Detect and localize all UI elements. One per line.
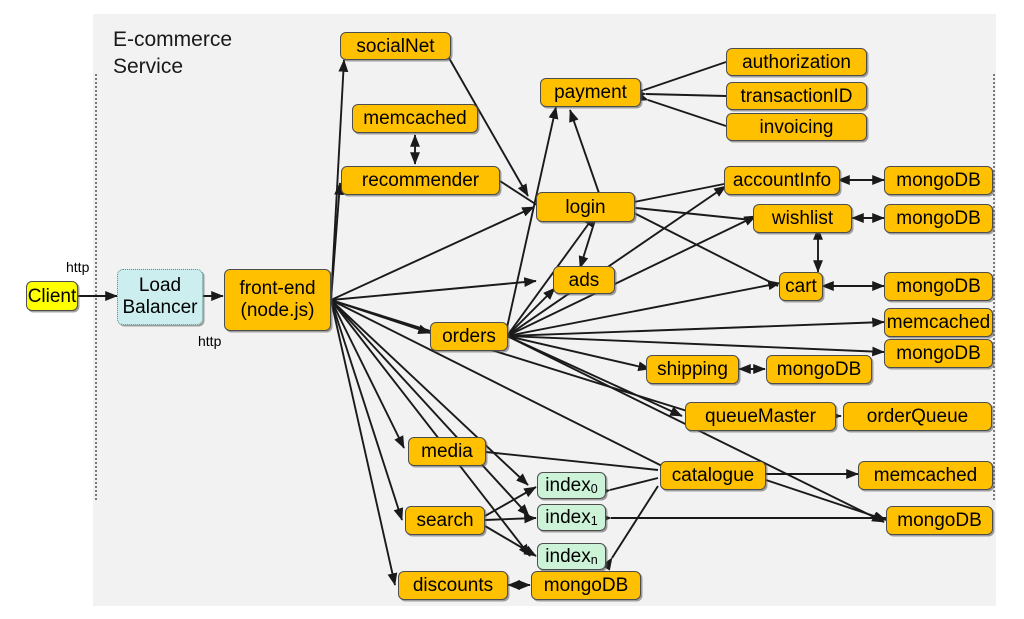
- edge-label-lb-frontend: http: [198, 333, 222, 349]
- node-label: mongoDB: [896, 170, 981, 191]
- node-discounts-db[interactable]: mongoDB: [531, 571, 641, 600]
- node-authorization[interactable]: authorization: [726, 48, 867, 76]
- node-login[interactable]: login: [536, 192, 635, 222]
- node-label: recommender: [361, 170, 480, 191]
- node-socialnet[interactable]: socialNet: [340, 32, 451, 60]
- node-catalogue-db[interactable]: mongoDB: [886, 506, 993, 535]
- node-search[interactable]: search: [405, 506, 485, 535]
- node-order-queue[interactable]: orderQueue: [843, 402, 992, 431]
- node-media[interactable]: media: [408, 437, 486, 466]
- node-label: orderQueue: [866, 406, 969, 427]
- node-shipping[interactable]: shipping: [646, 355, 739, 384]
- node-label: orders: [442, 326, 496, 347]
- node-label: mongoDB: [543, 575, 629, 596]
- node-catalogue-memcached[interactable]: memcached: [858, 461, 993, 490]
- node-orders-memcached[interactable]: memcached: [884, 308, 993, 337]
- node-account-info[interactable]: accountInfo: [724, 166, 840, 195]
- node-label: mongoDB: [776, 359, 862, 380]
- node-front-end[interactable]: front-end (node.js): [224, 269, 331, 331]
- node-recommender[interactable]: recommender: [341, 166, 500, 195]
- node-label: payment: [554, 82, 627, 103]
- node-label: accountInfo: [732, 170, 832, 191]
- node-orders-db[interactable]: mongoDB: [884, 339, 993, 368]
- node-label: queueMaster: [705, 406, 816, 427]
- node-label: mongoDB: [896, 276, 981, 297]
- node-orders[interactable]: orders: [430, 322, 508, 351]
- node-label: mongoDB: [896, 208, 981, 229]
- node-label: media: [421, 441, 473, 462]
- node-label: index: [545, 546, 591, 567]
- node-label: Client: [27, 285, 77, 307]
- node-queue-master[interactable]: queueMaster: [685, 402, 836, 431]
- node-index-n[interactable]: index n: [537, 543, 606, 570]
- node-index-1[interactable]: index 1: [537, 504, 606, 531]
- service-boundary-left: [95, 74, 97, 500]
- node-label: transactionID: [740, 85, 853, 107]
- node-label: ads: [568, 269, 600, 291]
- node-shipping-db[interactable]: mongoDB: [766, 355, 872, 384]
- node-label: mongoDB: [897, 510, 982, 531]
- service-boundary-right: [993, 74, 995, 500]
- node-wishlist-db[interactable]: mongoDB: [884, 204, 993, 233]
- node-discounts[interactable]: discounts: [398, 571, 508, 600]
- node-label: index: [545, 507, 591, 528]
- node-label: memcached: [873, 465, 978, 486]
- node-label: cart: [785, 276, 817, 297]
- edge-label-client-lb: http: [66, 259, 90, 275]
- node-client[interactable]: Client: [26, 281, 78, 311]
- index-subscript: n: [590, 553, 598, 568]
- node-catalogue[interactable]: catalogue: [660, 461, 766, 490]
- node-invoicing[interactable]: invoicing: [726, 113, 867, 141]
- node-label: invoicing: [759, 116, 834, 138]
- node-label: front-end (node.js): [239, 277, 316, 321]
- node-index-0[interactable]: index 0: [537, 472, 606, 499]
- node-label: mongoDB: [896, 343, 981, 364]
- node-label: login: [565, 196, 606, 218]
- node-payment[interactable]: payment: [540, 78, 641, 107]
- node-label: memcached: [363, 108, 467, 129]
- node-label: wishlist: [771, 208, 834, 229]
- index-subscript: 0: [590, 482, 598, 497]
- node-label: discounts: [412, 575, 494, 596]
- node-label: authorization: [742, 51, 851, 73]
- node-label: shipping: [657, 359, 728, 380]
- node-ads[interactable]: ads: [553, 266, 615, 294]
- page-title: E-commerce Service: [113, 28, 233, 78]
- index-subscript: 1: [590, 514, 598, 529]
- node-label: catalogue: [671, 465, 755, 486]
- node-label: memcached: [886, 312, 991, 333]
- node-memcached-recommender[interactable]: memcached: [352, 104, 478, 133]
- node-wishlist[interactable]: wishlist: [753, 204, 852, 233]
- node-label: socialNet: [356, 35, 435, 57]
- node-account-info-db[interactable]: mongoDB: [884, 166, 993, 195]
- node-cart-db[interactable]: mongoDB: [884, 272, 993, 301]
- diagram-canvas: E-commerce Service Client Load Balancer …: [0, 0, 1024, 619]
- node-cart[interactable]: cart: [779, 272, 823, 301]
- node-load-balancer[interactable]: Load Balancer: [117, 269, 203, 325]
- node-label: index: [545, 475, 591, 496]
- node-label: Load Balancer: [122, 274, 198, 318]
- node-transaction-id[interactable]: transactionID: [726, 82, 867, 110]
- node-label: search: [416, 510, 474, 531]
